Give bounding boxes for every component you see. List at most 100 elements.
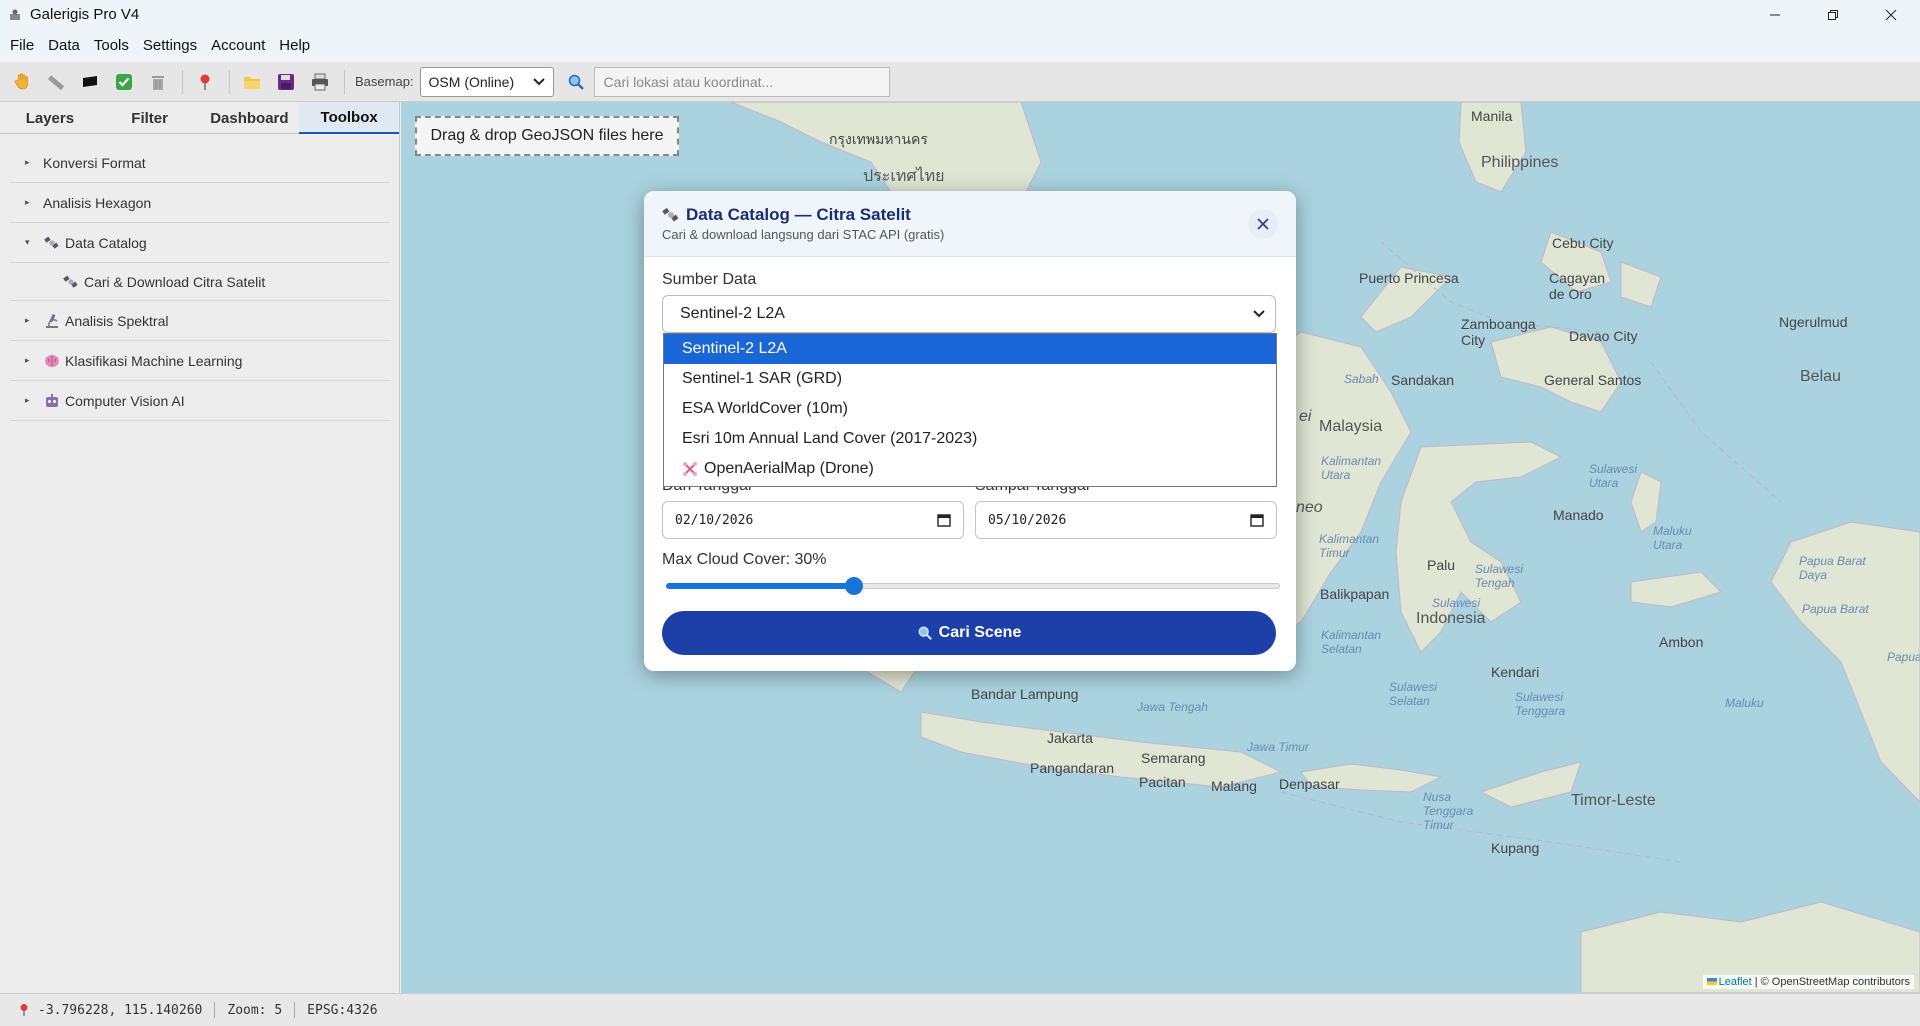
tree-item-analisis-spektral[interactable]: ▸ Analisis Spektral	[10, 301, 389, 341]
map-label: Palu	[1427, 557, 1456, 573]
restore-button[interactable]	[1804, 0, 1862, 29]
tree-item-analisis-hexagon[interactable]: ▸ Analisis Hexagon	[10, 183, 389, 223]
tree-item-konversi-format[interactable]: ▸ Konversi Format	[10, 143, 389, 183]
chevron-down-icon	[1253, 310, 1265, 318]
to-date-input[interactable]: 05/10/2026	[975, 501, 1277, 539]
cloud-cover-slider[interactable]	[666, 577, 1280, 595]
map-label: Kalimantan Timur	[1319, 532, 1380, 560]
map-label: Ngerulmud	[1779, 314, 1848, 330]
map-label: Malang	[1211, 778, 1257, 794]
modal-header: Data Catalog — Citra Satelit Cari & down…	[644, 191, 1296, 257]
map-label: Belau	[1800, 368, 1841, 385]
close-icon	[1885, 9, 1897, 20]
tree-item-data-catalog[interactable]: ▾ Data Catalog	[10, 223, 389, 263]
tab-toolbox[interactable]: Toolbox	[299, 102, 399, 134]
source-option-openaerialmap[interactable]: OpenAerialMap (Drone)	[664, 454, 1276, 484]
leaflet-flag-icon	[1706, 978, 1717, 985]
status-separator	[294, 1002, 296, 1018]
map-label: Indonesia	[1416, 610, 1486, 627]
minimize-button[interactable]	[1746, 0, 1804, 29]
map-label: Philippines	[1481, 154, 1559, 171]
menu-file[interactable]: File	[3, 37, 41, 54]
menu-data[interactable]: Data	[41, 37, 87, 54]
calendar-icon[interactable]	[1250, 513, 1264, 527]
map-label: Jakarta	[1047, 730, 1093, 746]
open-folder-icon[interactable]	[240, 70, 264, 94]
tree-item-klasifikasi-ml[interactable]: ▸ Klasifikasi Machine Learning	[10, 341, 389, 381]
microscope-icon	[43, 312, 61, 330]
tab-layers[interactable]: Layers	[0, 102, 100, 134]
map-label: Sulawesi Utara	[1589, 462, 1638, 490]
geojson-dropzone[interactable]: Drag & drop GeoJSON files here	[415, 116, 679, 156]
map-label: Timor-Leste	[1571, 792, 1656, 809]
menu-settings[interactable]: Settings	[136, 37, 204, 54]
map-label: กรุงเทพมหานคร	[829, 131, 928, 147]
map-label: Sulawesi Selatan	[1389, 680, 1438, 708]
location-search-input[interactable]: Cari lokasi atau koordinat...	[593, 66, 890, 97]
search-scene-button[interactable]: Cari Scene	[662, 611, 1276, 655]
modal-title: Data Catalog — Citra Satelit	[662, 205, 1278, 225]
source-label: Sumber Data	[662, 271, 757, 288]
map-label: Kupang	[1491, 840, 1540, 856]
basemap-select-value: OSM (Online)	[428, 73, 515, 90]
map-label: Sandakan	[1391, 372, 1455, 388]
map-label: Pangandaran	[1030, 760, 1115, 776]
close-window-button[interactable]	[1862, 0, 1920, 29]
map-label: Zamboanga City	[1461, 316, 1536, 348]
tab-filter[interactable]: Filter	[100, 102, 200, 134]
trash-icon[interactable]	[146, 70, 170, 94]
basemap-select[interactable]: OSM (Online)	[419, 66, 554, 97]
map-attribution: Leaflet | © OpenStreetMap contributors	[1702, 975, 1914, 989]
source-select[interactable]: Sentinel-2 L2A	[662, 295, 1276, 333]
map-label: Davao City	[1569, 328, 1638, 344]
calendar-icon[interactable]	[937, 513, 951, 527]
status-epsg: EPSG:4326	[307, 1002, 378, 1018]
map-label: Balikpapan	[1320, 586, 1390, 602]
map-label: Papua	[1887, 650, 1920, 664]
map-label: Maluku Utara	[1653, 524, 1692, 552]
tree-item-computer-vision[interactable]: ▸ Computer Vision AI	[10, 381, 389, 421]
minimize-icon	[1770, 14, 1780, 15]
toolbar-separator	[344, 69, 345, 94]
drone-icon	[682, 461, 698, 477]
modal-close-button[interactable]	[1248, 209, 1278, 239]
source-dropdown-list: Sentinel-2 L2A Sentinel-1 SAR (GRD) ESA …	[663, 333, 1277, 487]
tab-dashboard[interactable]: Dashboard	[200, 102, 300, 134]
satellite-icon	[662, 206, 680, 224]
menu-help[interactable]: Help	[272, 37, 317, 54]
slider-thumb[interactable]	[845, 577, 864, 595]
map-label: Papua Barat Daya	[1799, 554, 1866, 582]
chevron-down-icon	[532, 77, 545, 85]
menu-account[interactable]: Account	[204, 37, 272, 54]
print-icon[interactable]	[308, 70, 332, 94]
from-date-input[interactable]: 02/10/2026	[662, 501, 964, 539]
source-option-worldcover[interactable]: ESA WorldCover (10m)	[664, 394, 1276, 424]
restore-icon	[1828, 9, 1838, 20]
source-option-sentinel1[interactable]: Sentinel-1 SAR (GRD)	[664, 364, 1276, 394]
leaflet-link[interactable]: Leaflet	[1719, 976, 1752, 988]
tree-item-cari-download-citra[interactable]: Cari & Download Citra Satelit	[10, 263, 389, 301]
check-icon[interactable]	[112, 70, 136, 94]
map-label: Sulawesi	[1432, 596, 1481, 610]
map-label: neo	[1296, 499, 1323, 516]
map-label: Cagayan de Oro	[1549, 270, 1606, 302]
window-controls	[1746, 0, 1920, 29]
save-icon[interactable]	[274, 70, 298, 94]
source-option-esri-landcover[interactable]: Esri 10m Annual Land Cover (2017-2023)	[664, 424, 1276, 454]
expand-arrow-icon: ▸	[25, 157, 30, 167]
map-label: Bandar Lampung	[971, 686, 1079, 702]
rectangle-draw-icon[interactable]	[78, 70, 102, 94]
title-bar: Galerigis Pro V4	[0, 0, 1920, 29]
toolbar-separator	[182, 69, 183, 94]
map-label: Pacitan	[1139, 774, 1186, 790]
menu-tools[interactable]: Tools	[87, 37, 136, 54]
pan-hand-icon[interactable]	[10, 70, 34, 94]
map-label: Malaysia	[1319, 418, 1383, 435]
ruler-icon[interactable]	[44, 70, 68, 94]
search-icon	[564, 70, 588, 94]
map-label: Sulawesi Tenggara	[1515, 690, 1566, 718]
map-label: Kalimantan Selatan	[1321, 628, 1382, 656]
source-option-sentinel2[interactable]: Sentinel-2 L2A	[664, 334, 1276, 364]
map-label: Jawa Tengah	[1137, 700, 1208, 714]
location-pin-icon[interactable]	[193, 70, 217, 94]
